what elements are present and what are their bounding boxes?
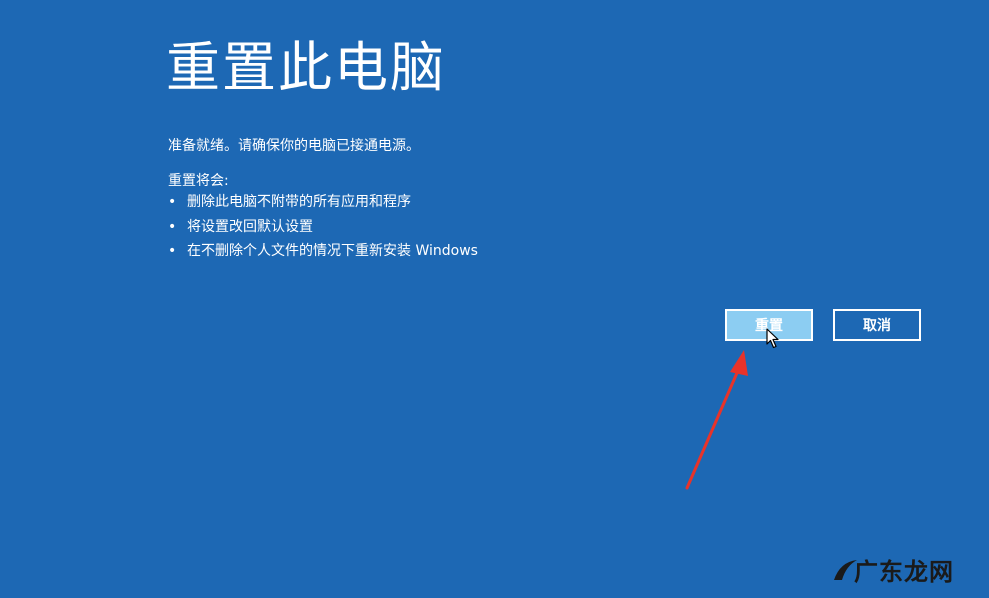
list-item: • 将设置改回默认设置 [168, 218, 478, 243]
list-item: • 删除此电脑不附带的所有应用和程序 [168, 193, 478, 218]
cancel-button-label: 取消 [863, 318, 891, 334]
ready-message: 准备就绪。请确保你的电脑已接通电源。 [168, 138, 420, 154]
mouse-pointer-icon [766, 328, 779, 349]
list-item-text: 将设置改回默认设置 [187, 218, 313, 235]
page-title: 重置此电脑 [166, 36, 446, 99]
list-item-text: 删除此电脑不附带的所有应用和程序 [187, 194, 411, 210]
list-item-text: 在不删除个人文件的情况下重新安装 Windows [187, 243, 478, 259]
reset-effects-list: • 删除此电脑不附带的所有应用和程序 • 将设置改回默认设置 • 在不删除个人文件的情… [168, 193, 478, 267]
bullet-icon: • [168, 243, 177, 259]
cancel-button[interactable]: 取消 [833, 309, 921, 341]
bullet-icon: • [168, 218, 177, 235]
reset-will-label: 重置将会: [168, 173, 229, 189]
list-item: • 在不删除个人文件的情况下重新安装 Windows [168, 242, 478, 267]
reset-pc-screen: { "title": "重置此电脑", "ready_message": "准备… [0, 0, 989, 598]
site-watermark: 广东龙网 [830, 550, 980, 588]
bullet-icon: • [168, 194, 177, 210]
red-arrow-icon [685, 350, 748, 490]
watermark-logo-icon [834, 560, 857, 580]
watermark-text: 广东龙网 [854, 556, 954, 586]
